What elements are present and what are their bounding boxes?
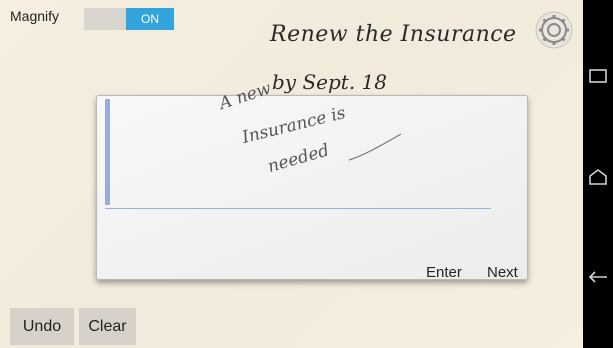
app-screen: Magnify ON Renew the Insurance by Sept. … (0, 0, 583, 348)
magnify-toggle[interactable]: ON (84, 8, 174, 30)
handwriting-panel[interactable]: A new Insurance is needed (96, 79, 528, 280)
ink-stroke (348, 133, 402, 161)
undo-button[interactable]: Undo (10, 308, 74, 345)
magnify-toggle-on: ON (126, 8, 174, 30)
ink-text-line-2: Insurance is (240, 103, 348, 148)
note-line-1: Renew the Insurance (270, 22, 517, 47)
settings-gear-icon[interactable] (534, 10, 574, 50)
system-navbar (583, 0, 613, 348)
recent-apps-icon[interactable] (583, 56, 613, 96)
note-line-2: by Sept. 18 (272, 70, 387, 94)
home-icon[interactable] (583, 158, 613, 198)
cursor-bar (105, 99, 110, 205)
magnify-label: Magnify (10, 8, 60, 24)
ink-text-line-3: needed (265, 140, 332, 177)
writing-baseline (105, 208, 491, 209)
next-button[interactable]: Next (487, 264, 518, 281)
clear-button[interactable]: Clear (79, 308, 136, 345)
back-icon[interactable] (583, 255, 613, 295)
enter-button[interactable]: Enter (426, 264, 462, 281)
ink-text-line-1: A new (216, 78, 274, 114)
